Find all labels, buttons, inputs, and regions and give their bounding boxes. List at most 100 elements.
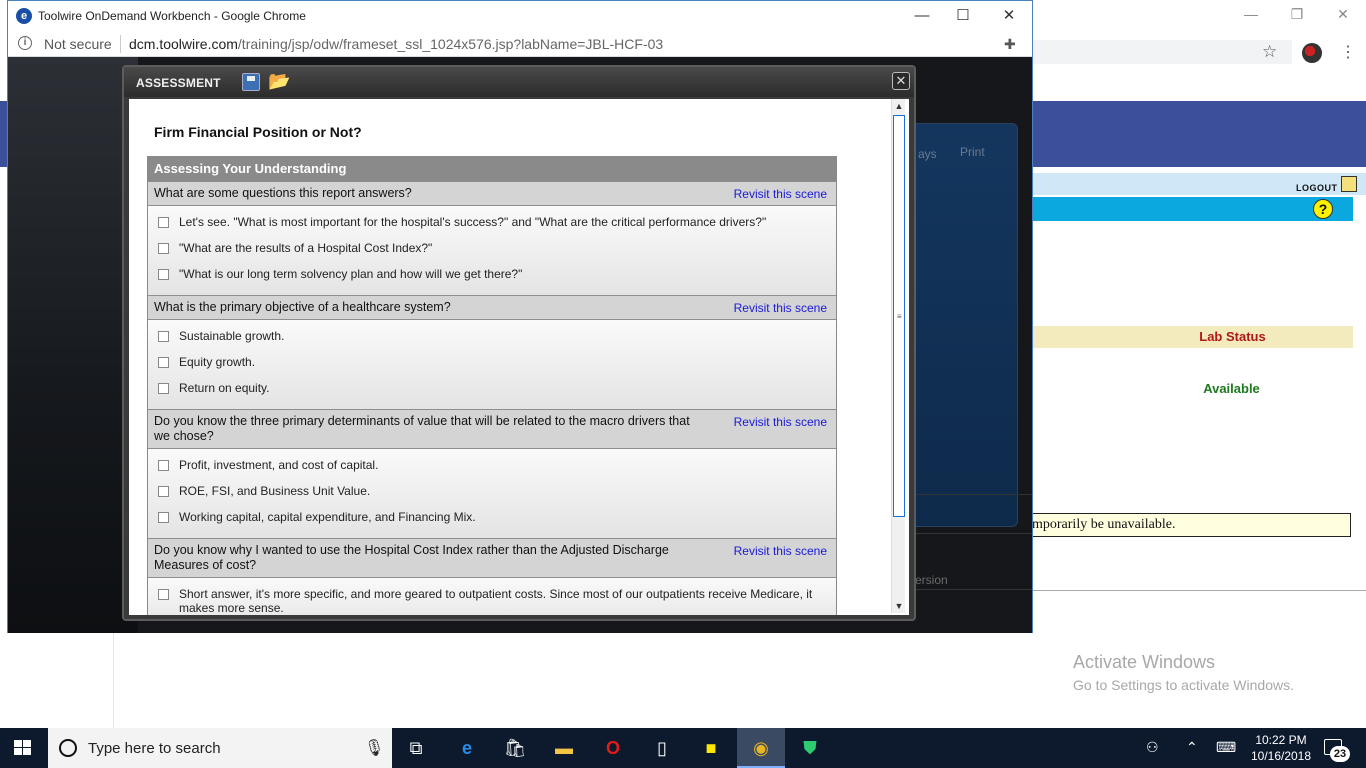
answer-checkbox[interactable] <box>158 331 169 342</box>
behind-divider <box>908 589 1032 590</box>
file-explorer-icon[interactable]: ▬ <box>552 736 576 760</box>
logout-icon[interactable] <box>1341 176 1357 192</box>
logout-link[interactable]: LOGOUT <box>1296 183 1338 193</box>
clock-time: 10:22 PM <box>1255 733 1307 747</box>
scroll-up-icon[interactable]: ▲ <box>892 99 906 113</box>
open-folder-icon[interactable]: 📂 <box>268 72 290 90</box>
keyboard-icon[interactable]: ⌨ <box>1216 739 1236 756</box>
answer-option-label: Equity growth. <box>179 355 256 369</box>
answer-checkbox[interactable] <box>158 512 169 523</box>
bg-restore-icon[interactable]: ❐ <box>1287 6 1307 23</box>
bookmark-star-icon[interactable]: ☆ <box>1262 42 1277 62</box>
info-icon[interactable]: i <box>18 36 32 50</box>
answer-option[interactable]: Short answer, it's more specific, and mo… <box>148 581 836 615</box>
answer-checkbox[interactable] <box>158 269 169 280</box>
question-row: Do you know why I wanted to use the Hosp… <box>148 538 836 578</box>
help-icon[interactable]: ? <box>1313 199 1333 219</box>
not-secure-label[interactable]: Not secure <box>44 36 112 52</box>
answer-option[interactable]: Profit, investment, and cost of capital. <box>148 452 836 478</box>
answer-checkbox[interactable] <box>158 460 169 471</box>
scroll-grip-icon: ≡ <box>897 312 902 321</box>
dialog-title: ASSESSMENT <box>136 76 221 90</box>
answer-option[interactable]: ROE, FSI, and Business Unit Value. <box>148 478 836 504</box>
assessment-panel: Assessing Your Understanding What are so… <box>147 156 837 615</box>
windows-taskbar: Type here to search 🎙 ⧉ e 🛍 ▬ O ▯ ■ ◉ ⛊ … <box>0 728 1366 768</box>
store-icon[interactable]: 🛍 <box>503 736 527 760</box>
dialog-content: Firm Financial Position or Not? Assessin… <box>129 99 909 615</box>
answer-checkbox[interactable] <box>158 357 169 368</box>
revisit-scene-link[interactable]: Revisit this scene <box>734 415 827 430</box>
opera-icon[interactable]: O <box>601 736 625 760</box>
people-icon[interactable]: ⚇ <box>1146 739 1159 756</box>
chrome-popup-window: e Toolwire OnDemand Workbench - Google C… <box>7 0 1033 633</box>
notepad-icon[interactable]: ▯ <box>650 736 674 760</box>
lab-status-value: Available <box>1203 381 1260 396</box>
address-bar[interactable]: i Not secure dcm.toolwire.com/training/j… <box>8 31 1032 57</box>
background-header-band <box>1032 101 1366 167</box>
windows-start-icon[interactable] <box>14 740 32 756</box>
notification-count-badge: 23 <box>1330 746 1350 762</box>
revisit-scene-link[interactable]: Revisit this scene <box>734 301 827 316</box>
answer-checkbox[interactable] <box>158 217 169 228</box>
answer-option[interactable]: "What are the results of a Hospital Cost… <box>148 235 836 261</box>
save-icon[interactable] <box>242 73 260 91</box>
background-divider <box>1032 590 1366 591</box>
unavailable-notice: mporarily be unavailable. <box>1032 513 1351 537</box>
question-text: What is the primary objective of a healt… <box>154 300 451 314</box>
behind-version-text: ersion <box>915 573 948 587</box>
answer-option[interactable]: "What is our long term solvency plan and… <box>148 261 836 287</box>
chrome-icon[interactable]: ◉ <box>749 736 773 760</box>
question-row: What are some questions this report answ… <box>148 181 836 206</box>
dialog-scrollbar[interactable]: ▲ ≡ ▼ <box>891 99 905 613</box>
task-view-icon[interactable]: ⧉ <box>404 736 428 760</box>
background-left-strip <box>0 632 114 728</box>
microphone-icon[interactable]: 🎙 <box>364 738 384 758</box>
show-hidden-icons-chevron-icon[interactable]: ⌃ <box>1186 739 1198 756</box>
bg-minimize-icon[interactable]: — <box>1241 6 1261 22</box>
minimize-icon[interactable]: — <box>907 5 937 27</box>
assessment-section-title: Assessing Your Understanding <box>148 157 836 181</box>
bg-close-icon[interactable]: ✕ <box>1333 6 1353 23</box>
dialog-close-icon[interactable]: ✕ <box>892 72 910 90</box>
answer-checkbox[interactable] <box>158 243 169 254</box>
revisit-scene-link[interactable]: Revisit this scene <box>734 187 827 202</box>
profile-avatar[interactable] <box>1302 43 1322 63</box>
close-window-icon[interactable]: ✕ <box>994 5 1024 27</box>
answer-checkbox[interactable] <box>158 589 169 600</box>
workbench-page: ays Print ersion ASSESSMENT 📂 ✕ Firm Fin… <box>8 57 1032 633</box>
question-row: Do you know the three primary determinan… <box>148 409 836 449</box>
background-omnibox[interactable] <box>1032 40 1292 64</box>
answer-option[interactable]: Sustainable growth. <box>148 323 836 349</box>
answer-option-label: Sustainable growth. <box>179 329 285 343</box>
activate-windows-title: Activate Windows <box>1073 652 1216 672</box>
question-text: Do you know why I wanted to use the Hosp… <box>154 543 669 572</box>
question-text: Do you know the three primary determinan… <box>154 414 690 443</box>
scroll-thumb[interactable]: ≡ <box>893 115 905 517</box>
taskbar-search-box[interactable]: Type here to search 🎙 <box>48 728 392 768</box>
answer-option[interactable]: Let's see. "What is most important for t… <box>148 209 836 235</box>
chrome-menu-icon[interactable]: ⋮ <box>1340 42 1356 62</box>
extension-icon[interactable]: ✚ <box>1004 36 1016 53</box>
sticky-notes-icon[interactable]: ■ <box>699 736 723 760</box>
behind-divider <box>908 533 1032 534</box>
answer-options: Sustainable growth. Equity growth. Return … <box>148 320 836 409</box>
shield-icon[interactable]: ⛊ <box>798 736 822 760</box>
answer-checkbox[interactable] <box>158 383 169 394</box>
behind-print-button: Print <box>960 145 985 159</box>
answer-option[interactable]: Working capital, capital expenditure, an… <box>148 504 836 530</box>
revisit-scene-link[interactable]: Revisit this scene <box>734 544 827 559</box>
taskbar-clock[interactable]: 10:22 PM 10/16/2018 <box>1246 732 1316 764</box>
scroll-down-icon[interactable]: ▼ <box>892 599 906 613</box>
url-text[interactable]: dcm.toolwire.com/training/jsp/odw/frames… <box>129 36 663 52</box>
answer-option[interactable]: Equity growth. <box>148 349 836 375</box>
answer-option[interactable]: Return on equity. <box>148 375 836 401</box>
answer-option-label: Short answer, it's more specific, and mo… <box>179 587 813 615</box>
edge-icon[interactable]: e <box>455 736 479 760</box>
answer-option-label: Working capital, capital expenditure, an… <box>179 510 476 524</box>
maximize-icon[interactable]: ☐ <box>948 5 978 27</box>
page-background-image <box>8 57 138 633</box>
url-host: dcm.toolwire.com <box>129 36 238 52</box>
answer-options: Profit, investment, and cost of capital.… <box>148 449 836 538</box>
answer-checkbox[interactable] <box>158 486 169 497</box>
activate-windows-subtitle: Go to Settings to activate Windows. <box>1073 677 1294 693</box>
